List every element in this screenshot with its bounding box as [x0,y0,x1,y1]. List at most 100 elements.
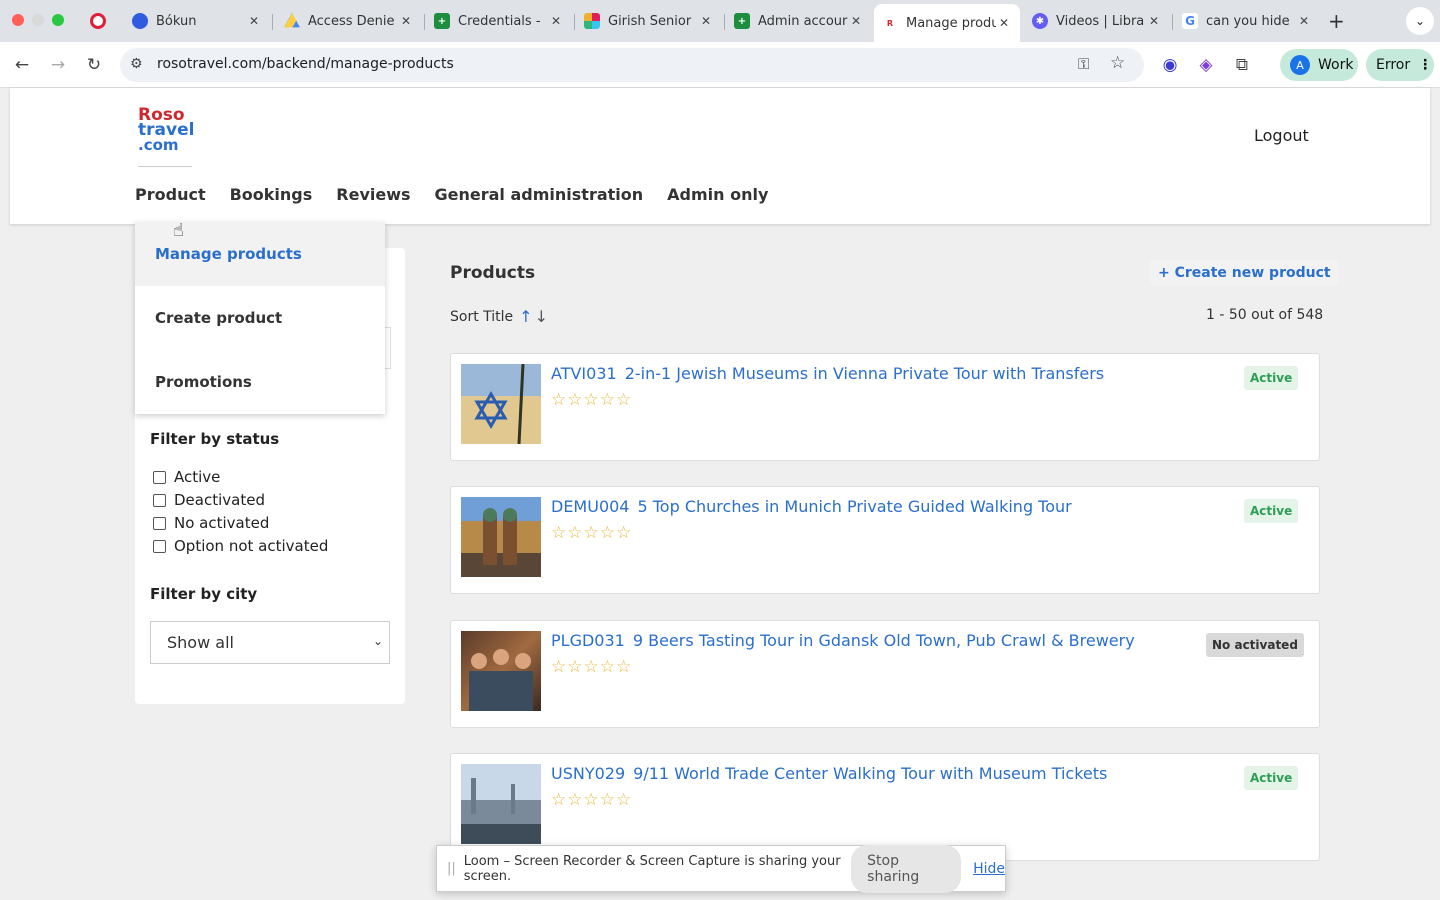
product-title-link[interactable]: PLGD031 9 Beers Tasting Tour in Gdansk Ol… [551,631,1135,650]
city-select[interactable]: Show all ⌄ [150,621,390,664]
product-title: 5 Top Churches in Munich Private Guided … [637,497,1072,516]
browser-tab[interactable]: G can you hide ✕ [1174,6,1320,36]
site-settings-icon[interactable]: ⚙ [130,56,143,72]
tab-title: Admin accour [758,13,848,29]
star-icon: ☆ [583,657,599,677]
product-code: ATVI031 [551,364,617,383]
status-badge: Active [1244,766,1299,790]
stop-sharing-button[interactable]: Stop sharing [851,844,962,893]
tab-title: Credentials - [458,13,541,29]
nav-bookings[interactable]: Bookings [230,185,313,204]
browser-tab[interactable]: ✱ Videos | Libra ✕ [1024,6,1170,36]
browser-tab[interactable] [82,6,118,36]
avatar: A [1290,55,1310,75]
extensions-puzzle-icon[interactable]: ⧉ [1230,53,1254,77]
tab-title: Girish Senior [608,13,692,29]
extension-icon[interactable]: ◈ [1194,53,1218,77]
close-icon[interactable]: ✕ [996,16,1012,30]
sort-label: Sort Title [450,308,514,325]
product-title: 9 Beers Tasting Tour in Gdansk Old Town,… [632,631,1135,650]
reload-icon[interactable]: ↻ [82,53,106,77]
browser-tab[interactable]: + Admin accour ✕ [726,6,872,36]
close-icon[interactable]: ✕ [1296,14,1312,28]
extension-icon[interactable]: ◉ [1158,53,1182,77]
filter-option-not-activated[interactable]: Option not activated [153,537,328,555]
nav-product[interactable]: Product [135,185,206,204]
tab-search-icon[interactable]: ⌄ [1406,7,1434,35]
star-icon: ☆ [599,523,615,543]
product-title-link[interactable]: DEMU004 5 Top Churches in Munich Private … [551,497,1072,516]
nav-general-administration[interactable]: General administration [435,185,644,204]
star-icon: ☆ [567,523,583,543]
loom-sharing-bar: || Loom – Screen Recorder & Screen Captu… [436,844,1006,893]
menu-item-promotions[interactable]: Promotions [135,350,385,414]
tab-title: Manage produ [906,15,996,31]
rating-stars: ☆ ☆ ☆ ☆ ☆ [551,392,631,409]
checkbox[interactable] [153,493,166,507]
product-title-link[interactable]: ATVI031 2-in-1 Jewish Museums in Vienna P… [551,364,1104,383]
checkbox-label: Deactivated [174,491,265,509]
filter-no-activated[interactable]: No activated [153,514,269,532]
sort-descending-icon[interactable]: ↓ [535,307,548,326]
hide-button[interactable]: Hide [973,861,1005,877]
logout-link[interactable]: Logout [1254,126,1309,145]
product-title: 9/11 World Trade Center Walking Tour wit… [633,764,1108,783]
menu-item-create-product[interactable]: Create product [135,286,385,350]
rating-stars: ☆ ☆ ☆ ☆ ☆ [551,525,631,542]
product-thumbnail[interactable] [461,764,541,844]
status-badge: Active [1244,366,1299,390]
profile-button[interactable]: A Work [1280,49,1358,81]
sort-ascending-icon[interactable]: ↑ [519,307,532,326]
forward-icon[interactable]: → [46,53,70,77]
browser-tab-active[interactable]: R Manage produ ✕ [874,4,1020,42]
close-icon[interactable]: ✕ [1146,14,1162,28]
star-icon: ☆ [567,790,583,810]
nav-reviews[interactable]: Reviews [336,185,410,204]
star-icon: ☆ [583,523,599,543]
new-tab-icon[interactable]: + [1328,9,1345,33]
rating-stars: ☆ ☆ ☆ ☆ ☆ [551,659,631,676]
browser-tab[interactable]: Girish Senior ✕ [576,6,722,36]
drag-handle-icon[interactable]: || [447,861,456,876]
close-icon[interactable]: ✕ [398,14,414,28]
checkbox[interactable] [153,516,166,530]
browser-tab[interactable]: Access Denie ✕ [276,6,422,36]
close-window-button[interactable] [12,14,24,26]
nav-admin-only[interactable]: Admin only [667,185,768,204]
browser-tab[interactable]: + Credentials - ✕ [426,6,572,36]
bookmark-star-icon[interactable]: ☆ [1110,53,1125,73]
address-bar[interactable]: ⚙ rosotravel.com/backend/manage-products… [120,48,1144,82]
checkbox[interactable] [153,470,166,484]
tab-title: Videos | Libra [1056,13,1145,29]
filter-active[interactable]: Active [153,468,220,486]
close-icon[interactable]: ✕ [548,14,564,28]
product-title-link[interactable]: USNY029 9/11 World Trade Center Walking T… [551,764,1107,783]
error-button[interactable]: Error ⋮ [1366,49,1434,81]
page-title: Products [450,263,536,283]
product-thumbnail[interactable] [461,497,541,577]
product-thumbnail[interactable] [461,631,541,711]
back-icon[interactable]: ← [10,53,34,77]
star-icon: ☆ [616,790,632,810]
tab-title: Access Denie [308,13,395,29]
logo[interactable]: Roso travel .com [138,107,194,153]
filter-city-title: Filter by city [150,585,258,603]
star-icon: ☆ [599,390,615,410]
product-thumbnail[interactable] [461,364,541,444]
close-icon[interactable]: ✕ [848,14,864,28]
slack-icon [584,13,600,29]
tab-title: can you hide [1206,13,1290,29]
loom-icon: ✱ [1032,13,1048,29]
minimize-window-button[interactable] [32,14,44,26]
product-dropdown-menu: Manage products Create product Promotion… [135,222,385,414]
profile-label: Work [1318,57,1354,73]
password-key-icon[interactable]: ⚿ [1078,55,1089,73]
close-icon[interactable]: ✕ [246,14,262,28]
maximize-window-button[interactable] [52,14,64,26]
filter-deactivated[interactable]: Deactivated [153,491,265,509]
checkbox[interactable] [153,539,166,553]
checkbox-label: No activated [174,514,270,532]
create-new-product-button[interactable]: + Create new product [1150,260,1339,286]
close-icon[interactable]: ✕ [698,14,714,28]
browser-tab[interactable]: Bókun ✕ [124,6,270,36]
